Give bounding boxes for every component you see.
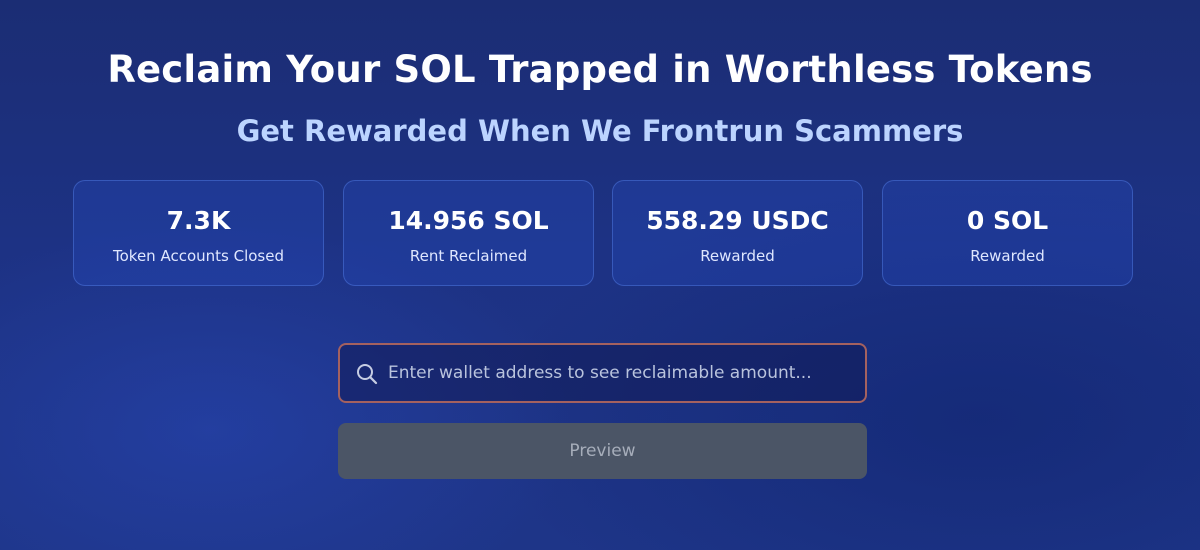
stat-value: 14.956 SOL — [388, 206, 549, 235]
stat-card-usdc-rewarded: 558.29 USDC Rewarded — [612, 180, 863, 286]
wallet-address-input[interactable] — [388, 345, 858, 401]
stats-row: 7.3K Token Accounts Closed 14.956 SOL Re… — [73, 180, 1133, 286]
stat-value: 7.3K — [166, 206, 231, 235]
stat-label: Rent Reclaimed — [409, 247, 528, 265]
stat-card-rent-reclaimed: 14.956 SOL Rent Reclaimed — [343, 180, 594, 286]
stat-card-token-accounts-closed: 7.3K Token Accounts Closed — [73, 180, 324, 286]
stat-label: Rewarded — [970, 247, 1045, 265]
preview-button[interactable]: Preview — [338, 423, 867, 479]
wallet-search-box[interactable] — [338, 343, 867, 403]
stat-value: 558.29 USDC — [646, 206, 829, 235]
stat-value: 0 SOL — [966, 206, 1049, 235]
stat-label: Token Accounts Closed — [113, 247, 284, 265]
page-subtitle: Get Rewarded When We Frontrun Scammers — [236, 114, 964, 148]
page-title: Reclaim Your SOL Trapped in Worthless To… — [107, 48, 1093, 91]
search-icon — [356, 363, 378, 385]
stat-card-sol-rewarded: 0 SOL Rewarded — [882, 180, 1133, 286]
stat-label: Rewarded — [700, 247, 775, 265]
